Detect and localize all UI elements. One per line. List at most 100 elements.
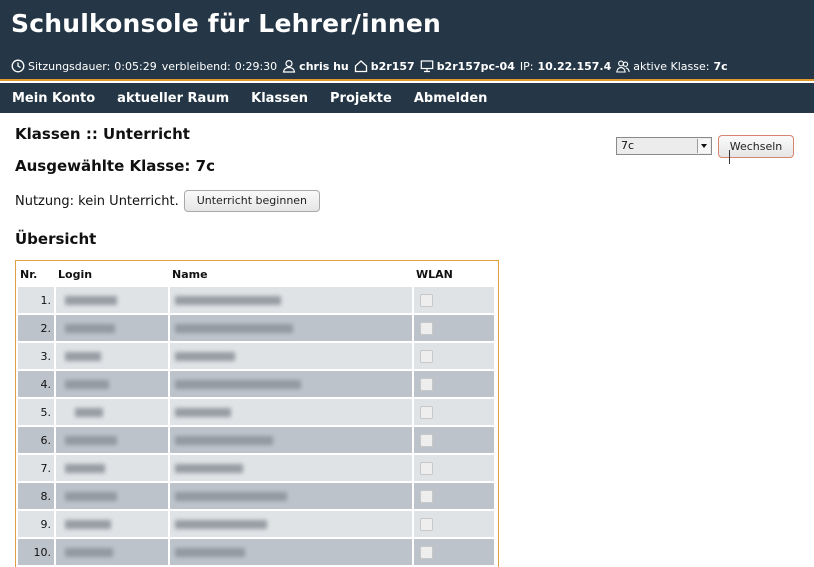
table-row: 1. — [18, 287, 494, 313]
login-cell — [56, 371, 168, 397]
wlan-cell — [414, 399, 494, 425]
group-icon — [616, 59, 630, 73]
redacted-name — [173, 347, 409, 365]
table-row: 8. — [18, 483, 494, 509]
redacted-name — [173, 515, 409, 533]
monitor-icon — [420, 59, 434, 73]
login-cell — [56, 511, 168, 537]
nav-item-aktueller-raum[interactable]: aktueller Raum — [117, 91, 229, 106]
name-cell — [170, 371, 412, 397]
redacted-name — [173, 403, 409, 421]
wlan-checkbox[interactable] — [420, 461, 433, 475]
name-cell — [170, 427, 412, 453]
login-cell — [56, 287, 168, 313]
top-header: Schulkonsole für Lehrer/innen Sitzungsda… — [0, 0, 814, 81]
row-number: 2. — [18, 315, 54, 341]
login-cell — [56, 343, 168, 369]
table-row: 7. — [18, 455, 494, 481]
active-class-label: aktive Klasse: — [633, 59, 710, 73]
wlan-checkbox[interactable] — [420, 405, 433, 419]
table-row: 3. — [18, 343, 494, 369]
ip-value: 10.22.157.4 — [537, 59, 612, 73]
wlan-checkbox[interactable] — [420, 377, 433, 391]
name-cell — [170, 399, 412, 425]
class-select-value: 7c — [621, 139, 635, 152]
wlan-checkbox[interactable] — [420, 321, 433, 335]
redacted-name — [173, 375, 409, 393]
usage-row: Nutzung: kein Unterricht. Unterricht beg… — [15, 190, 321, 212]
login-cell — [56, 455, 168, 481]
app-title: Schulkonsole für Lehrer/innen — [11, 9, 442, 38]
nav-item-abmelden[interactable]: Abmelden — [414, 91, 488, 106]
section-title: Klassen :: Unterricht — [15, 125, 190, 143]
redacted-login — [59, 347, 165, 365]
wlan-checkbox[interactable] — [420, 433, 433, 447]
wlan-checkbox[interactable] — [420, 349, 433, 363]
redacted-name — [173, 431, 409, 449]
login-cell — [56, 315, 168, 341]
wlan-cell — [414, 427, 494, 453]
name-cell — [170, 483, 412, 509]
redacted-name — [173, 459, 409, 477]
redacted-name — [173, 543, 409, 561]
class-select[interactable]: 7c — [616, 137, 712, 155]
redacted-login — [59, 375, 165, 393]
nav-item-mein-konto[interactable]: Mein Konto — [12, 91, 95, 106]
nav-item-klassen[interactable]: Klassen — [251, 91, 308, 106]
table-row: 5. — [18, 399, 494, 425]
wlan-checkbox[interactable] — [420, 489, 433, 503]
table-header-row: Nr. Login Name WLAN — [18, 263, 494, 285]
table-row: 6. — [18, 427, 494, 453]
main-nav: Mein Konto aktueller Raum Klassen Projek… — [0, 83, 814, 113]
row-number: 5. — [18, 399, 54, 425]
wlan-checkbox[interactable] — [420, 545, 433, 559]
wlan-cell — [414, 371, 494, 397]
redacted-name — [173, 319, 409, 337]
wlan-checkbox[interactable] — [420, 293, 433, 307]
clock-icon — [11, 59, 25, 73]
chevron-down-icon[interactable] — [697, 139, 710, 153]
redacted-login — [59, 459, 165, 477]
login-cell — [56, 399, 168, 425]
name-cell — [170, 539, 412, 565]
row-number: 1. — [18, 287, 54, 313]
name-cell — [170, 315, 412, 341]
session-duration-label: Sitzungsdauer: — [28, 59, 111, 73]
column-header-nr: Nr. — [20, 267, 38, 281]
wlan-cell — [414, 511, 494, 537]
nav-item-projekte[interactable]: Projekte — [330, 91, 392, 106]
wlan-cell — [414, 455, 494, 481]
redacted-login — [59, 319, 165, 337]
session-duration-value: 0:05:29 — [114, 59, 157, 73]
name-cell — [170, 287, 412, 313]
redacted-login — [59, 487, 165, 505]
remaining-time-label: verbleibend: — [161, 59, 231, 73]
row-number: 6. — [18, 427, 54, 453]
column-header-login: Login — [58, 267, 93, 281]
redacted-login — [59, 403, 165, 421]
selected-class-heading: Ausgewählte Klasse: 7c — [15, 157, 215, 175]
redacted-login — [59, 543, 165, 561]
redacted-login — [59, 431, 165, 449]
session-info-bar: Sitzungsdauer: 0:05:29 verbleibend: 0:29… — [11, 58, 733, 74]
active-class-value: 7c — [713, 59, 728, 73]
remaining-time-value: 0:29:30 — [234, 59, 278, 73]
login-cell — [56, 427, 168, 453]
text-cursor-icon — [729, 150, 730, 164]
start-lesson-button[interactable]: Unterricht beginnen — [183, 190, 321, 212]
row-number: 3. — [18, 343, 54, 369]
redacted-name — [173, 291, 409, 309]
table-row: 9. — [18, 511, 494, 537]
wlan-cell — [414, 483, 494, 509]
row-number: 7. — [18, 455, 54, 481]
column-header-name: Name — [172, 267, 208, 281]
column-header-wlan: WLAN — [416, 267, 453, 281]
name-cell — [170, 511, 412, 537]
table-row: 2. — [18, 315, 494, 341]
wlan-checkbox[interactable] — [420, 517, 433, 531]
row-number: 10. — [18, 539, 54, 565]
user-icon — [282, 59, 296, 73]
row-number: 8. — [18, 483, 54, 509]
wlan-cell — [414, 287, 494, 313]
workstation-name: b2r157pc-04 — [436, 59, 515, 73]
